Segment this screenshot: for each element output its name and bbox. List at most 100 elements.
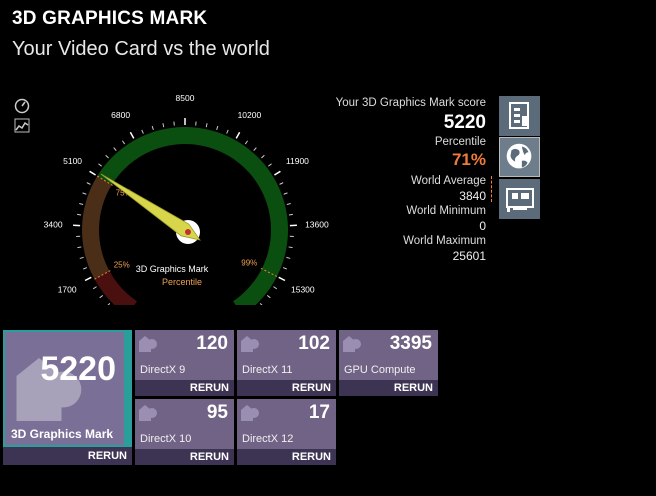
tile-name: DirectX 10 (140, 433, 192, 445)
percentile-marker-label: 25% (114, 260, 130, 269)
shapes-icon (241, 405, 259, 421)
gauge-minor-tick (92, 286, 97, 290)
gauge-minor-tick (205, 123, 208, 128)
gauge-tick-label: 1700 (58, 285, 77, 295)
gauge-band-mid (81, 176, 112, 280)
gauge-minor-tick (77, 246, 82, 249)
score-stats: Your 3D Graphics Mark score 5220 Percent… (286, 96, 492, 264)
report-button[interactable] (499, 96, 540, 136)
gauge-minor-tick (79, 202, 84, 205)
chart-icon[interactable] (14, 118, 30, 134)
tile-name: DirectX 11 (242, 364, 293, 376)
world-maximum-label: World Maximum (403, 235, 486, 247)
gauge-minor-tick (282, 267, 287, 270)
globe-icon (506, 143, 532, 169)
shapes-icon (343, 336, 361, 352)
gauge-minor-tick (99, 294, 104, 299)
gauge-minor-tick (141, 129, 144, 134)
gauge-minor-tick (162, 123, 165, 128)
percentile-marker-label: 99% (241, 258, 257, 267)
speedometer-icon[interactable] (14, 98, 30, 114)
gauge-minor-tick (226, 129, 229, 134)
world-maximum-value: 25601 (452, 249, 486, 263)
rerun-button[interactable]: RERUN (237, 449, 336, 465)
rerun-button[interactable]: RERUN (339, 380, 438, 396)
report-icon (509, 102, 529, 129)
main-rerun-button[interactable]: RERUN (3, 447, 132, 465)
tile-score: 3395 (389, 333, 432, 354)
tile-directx-10[interactable]: 95 DirectX 10 RERUN (135, 399, 234, 465)
gauge-tick-label: 8500 (176, 93, 195, 103)
gauge-minor-tick (279, 182, 284, 185)
world-average-dash (491, 176, 492, 202)
shapes-icon (241, 336, 259, 352)
gauge-minor-tick (83, 267, 88, 270)
tile-name: DirectX 12 (242, 433, 294, 445)
gauge-tick (84, 276, 92, 282)
rerun-button[interactable]: RERUN (237, 380, 336, 396)
gauge-tick (235, 131, 241, 139)
world-minimum-label: World Minimum (406, 205, 486, 217)
gauge-minor-tick (266, 294, 271, 299)
shapes-icon (139, 405, 157, 421)
gauge-minor-tick (82, 192, 87, 195)
main-score-value: 5220 (40, 350, 116, 388)
rerun-button[interactable]: RERUN (135, 449, 234, 465)
main-score-tile[interactable]: 5220 3D Graphics Mark RERUN (3, 330, 132, 465)
gauge-center-label: 3D Graphics Mark (136, 264, 209, 274)
tile-name: GPU Compute (344, 364, 416, 376)
gauge-tick-label: 3400 (44, 219, 63, 229)
gauge-minor-tick (259, 303, 263, 305)
gauge-tick-label: 10200 (238, 110, 262, 120)
gauge-tick-label: 6800 (111, 110, 130, 120)
percentile-value: 71% (451, 150, 486, 169)
gauge-tick (274, 170, 281, 176)
tile-score: 120 (196, 333, 228, 354)
gauge-minor-tick (151, 125, 154, 131)
world-average-block: World Average 3840 (286, 174, 492, 204)
video-card-button[interactable] (499, 179, 540, 219)
gauge-minor-tick (244, 140, 248, 145)
video-card-icon (506, 188, 534, 212)
gauge-tick-label: 15300 (291, 285, 315, 295)
tile-gpu-compute[interactable]: 3395 GPU Compute RERUN (339, 330, 438, 396)
gauge-minor-tick (105, 154, 109, 159)
page-subtitle: Your Video Card vs the world (12, 38, 270, 60)
world-minimum-value: 0 (479, 219, 486, 233)
tile-score: 95 (206, 402, 228, 423)
gauge-minor-tick (79, 256, 84, 259)
gauge-minor-tick (253, 147, 257, 151)
tile-score: 17 (308, 402, 330, 423)
main-score-panel: 5220 3D Graphics Mark (5, 332, 124, 445)
main-score-name: 3D Graphics Mark (11, 427, 114, 441)
gauge-tick (89, 170, 96, 176)
gauge-minor-tick (216, 125, 219, 131)
gauge-center-sublabel: Percentile (162, 277, 202, 287)
score-value: 5220 (443, 112, 486, 133)
tile-directx-11[interactable]: 102 DirectX 11 RERUN (237, 330, 336, 396)
gauge-minor-tick (268, 163, 272, 167)
gauge-tick-label: 5100 (63, 156, 82, 166)
gauge-minor-tick (122, 140, 126, 145)
gauge-needle (100, 173, 201, 241)
gauge-minor-tick (107, 303, 111, 305)
gauge-minor-tick (273, 286, 278, 290)
gauge-band-low (94, 271, 137, 305)
world-comparison-button[interactable] (499, 137, 540, 177)
page-title: 3D GRAPHICS MARK (12, 8, 208, 29)
gauge-minor-tick (86, 182, 91, 185)
world-average-value: 3840 (459, 189, 486, 203)
shapes-icon (139, 336, 157, 352)
gauge-hub-center (185, 229, 191, 235)
tile-directx-9[interactable]: 120 DirectX 9 RERUN (135, 330, 234, 396)
gauge-minor-tick (261, 154, 265, 159)
gauge-tick (129, 131, 135, 139)
rerun-button[interactable]: RERUN (135, 380, 234, 396)
gauge-minor-tick (77, 213, 82, 216)
gauge-tick (278, 276, 286, 282)
tile-directx-12[interactable]: 17 DirectX 12 RERUN (237, 399, 336, 465)
tile-name: DirectX 9 (140, 364, 186, 376)
gauge-minor-tick (113, 147, 117, 151)
percentile-label: Percentile (434, 136, 486, 148)
world-average-label: World Average (410, 175, 486, 187)
